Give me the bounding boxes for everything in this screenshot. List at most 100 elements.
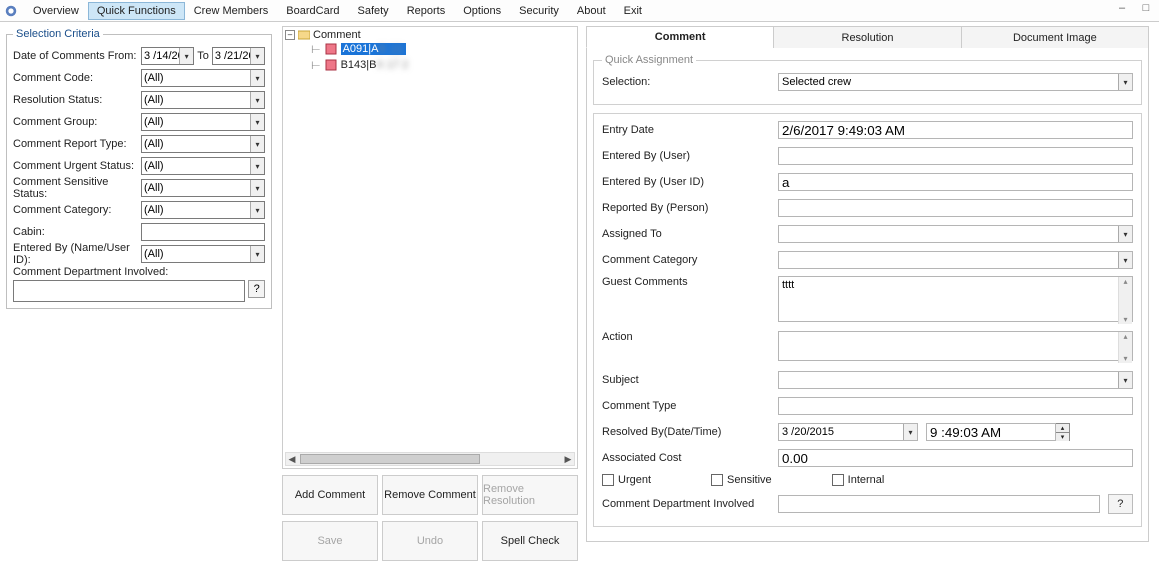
comment-type-field: [778, 397, 1133, 415]
dept-involved-input[interactable]: [778, 495, 1100, 513]
menu-exit[interactable]: Exit: [615, 2, 651, 20]
sensitive-label: Sensitive: [727, 474, 772, 486]
tree-item[interactable]: ⊢ B143|BX 17 2: [311, 57, 575, 73]
entered-by-userid-field: [778, 173, 1133, 191]
selection-combo[interactable]: [778, 73, 1133, 91]
minimize-button[interactable]: –: [1113, 2, 1131, 14]
comment-item-icon: [325, 43, 337, 55]
detail-group: Entry Date Entered By (User) Entered By …: [593, 113, 1142, 527]
guest-comments-label: Guest Comments: [602, 276, 778, 288]
tree-item-prefix: A091|A: [343, 43, 379, 55]
urgent-checkbox-wrap[interactable]: Urgent: [602, 474, 651, 486]
associated-cost-input[interactable]: [778, 449, 1133, 467]
menu-options[interactable]: Options: [454, 2, 510, 20]
chevron-down-icon[interactable]: ▾: [250, 136, 264, 152]
assigned-to-combo[interactable]: [778, 225, 1133, 243]
comment-group-combo[interactable]: [141, 113, 265, 131]
comment-report-type-combo[interactable]: [141, 135, 265, 153]
dept-help-button[interactable]: ?: [248, 280, 265, 298]
menu-overview[interactable]: Overview: [24, 2, 88, 20]
comment-item-icon: [325, 59, 337, 71]
urgent-checkbox[interactable]: [602, 474, 614, 486]
menu-security[interactable]: Security: [510, 2, 568, 20]
scroll-thumb[interactable]: [300, 454, 480, 464]
chevron-down-icon[interactable]: ▾: [250, 92, 264, 108]
resolution-status-label: Resolution Status:: [13, 94, 141, 106]
resolution-status-combo[interactable]: [141, 91, 265, 109]
comment-dept-input[interactable]: [13, 280, 245, 302]
dept-involved-help-button[interactable]: ?: [1108, 494, 1133, 514]
undo-button[interactable]: Undo: [382, 521, 478, 561]
comment-category-combo[interactable]: [141, 201, 265, 219]
horizontal-scrollbar[interactable]: ◀ ▶: [285, 452, 575, 466]
chevron-down-icon[interactable]: ▾: [250, 246, 264, 262]
cabin-input[interactable]: [141, 223, 265, 241]
window-controls: – □: [1113, 2, 1155, 14]
comment-urgent-status-combo[interactable]: [141, 157, 265, 175]
tree-collapse-icon[interactable]: –: [285, 30, 295, 40]
comment-tree[interactable]: – Comment ⊢ A091|AX .| |: ⊢: [282, 26, 578, 469]
subject-combo[interactable]: [778, 371, 1133, 389]
internal-checkbox[interactable]: [832, 474, 844, 486]
to-label: To: [197, 50, 209, 62]
chevron-down-icon[interactable]: ▾: [903, 424, 917, 440]
tab-comment[interactable]: Comment: [586, 26, 774, 48]
tree-item-prefix: B143|B: [341, 59, 377, 71]
chevron-down-icon[interactable]: ▾: [1118, 226, 1132, 242]
spin-up-icon[interactable]: ▴: [1056, 424, 1069, 432]
folder-icon: [298, 29, 310, 41]
menu-about[interactable]: About: [568, 2, 615, 20]
tree-item[interactable]: ⊢ A091|AX .| |:: [311, 41, 575, 57]
textarea-scrollbar[interactable]: ▴▾: [1118, 277, 1132, 324]
chevron-down-icon[interactable]: ▾: [1118, 252, 1132, 268]
spell-check-button[interactable]: Spell Check: [482, 521, 578, 561]
action-textarea[interactable]: [778, 331, 1133, 361]
resolved-time-input[interactable]: [926, 423, 1056, 441]
comment-sensitive-status-combo[interactable]: [141, 179, 265, 197]
associated-cost-label: Associated Cost: [602, 452, 778, 464]
remove-resolution-button[interactable]: Remove Resolution: [482, 475, 578, 515]
chevron-down-icon[interactable]: ▾: [179, 48, 193, 64]
reported-by-input[interactable]: [778, 199, 1133, 217]
menu-crew-members[interactable]: Crew Members: [185, 2, 278, 20]
comment-group-label: Comment Group:: [13, 116, 141, 128]
detail-comment-category-combo[interactable]: [778, 251, 1133, 269]
chevron-down-icon[interactable]: ▾: [250, 114, 264, 130]
chevron-down-icon[interactable]: ▾: [250, 70, 264, 86]
scroll-right-icon[interactable]: ▶: [562, 453, 574, 465]
resolved-date-input[interactable]: [778, 423, 918, 441]
spin-down-icon[interactable]: ▾: [1056, 432, 1069, 441]
chevron-down-icon[interactable]: ▾: [250, 202, 264, 218]
guest-comments-textarea[interactable]: [778, 276, 1133, 322]
entered-by-combo[interactable]: [141, 245, 265, 263]
menu-reports[interactable]: Reports: [398, 2, 455, 20]
comment-code-combo[interactable]: [141, 69, 265, 87]
entered-by-label: Entered By (Name/User ID):: [13, 242, 141, 266]
chevron-down-icon[interactable]: ▾: [250, 158, 264, 174]
internal-checkbox-wrap[interactable]: Internal: [832, 474, 885, 486]
selection-criteria-legend: Selection Criteria: [13, 28, 103, 40]
comment-sensitive-status-label: Comment Sensitive Status:: [13, 176, 141, 200]
menu-quick-functions[interactable]: Quick Functions: [88, 2, 185, 20]
menu-safety[interactable]: Safety: [349, 2, 398, 20]
chevron-down-icon[interactable]: ▾: [250, 180, 264, 196]
detail-tabs: Comment Resolution Document Image: [586, 26, 1149, 48]
chevron-down-icon[interactable]: ▾: [250, 48, 264, 64]
scroll-left-icon[interactable]: ◀: [286, 453, 298, 465]
menu-boardcard[interactable]: BoardCard: [277, 2, 348, 20]
detail-comment-category-label: Comment Category: [602, 254, 778, 266]
save-button[interactable]: Save: [282, 521, 378, 561]
chevron-down-icon[interactable]: ▾: [1118, 74, 1132, 90]
sensitive-checkbox[interactable]: [711, 474, 723, 486]
time-spinner[interactable]: ▴▾: [1056, 423, 1070, 441]
date-from-label: Date of Comments From:: [13, 50, 141, 62]
tree-item-tail: X .| |:: [378, 43, 403, 55]
chevron-down-icon[interactable]: ▾: [1118, 372, 1132, 388]
tab-document-image[interactable]: Document Image: [961, 26, 1149, 48]
tab-resolution[interactable]: Resolution: [773, 26, 961, 48]
restore-button[interactable]: □: [1137, 2, 1155, 14]
add-comment-button[interactable]: Add Comment: [282, 475, 378, 515]
textarea-scrollbar[interactable]: ▴▾: [1118, 332, 1132, 363]
remove-comment-button[interactable]: Remove Comment: [382, 475, 478, 515]
sensitive-checkbox-wrap[interactable]: Sensitive: [711, 474, 772, 486]
